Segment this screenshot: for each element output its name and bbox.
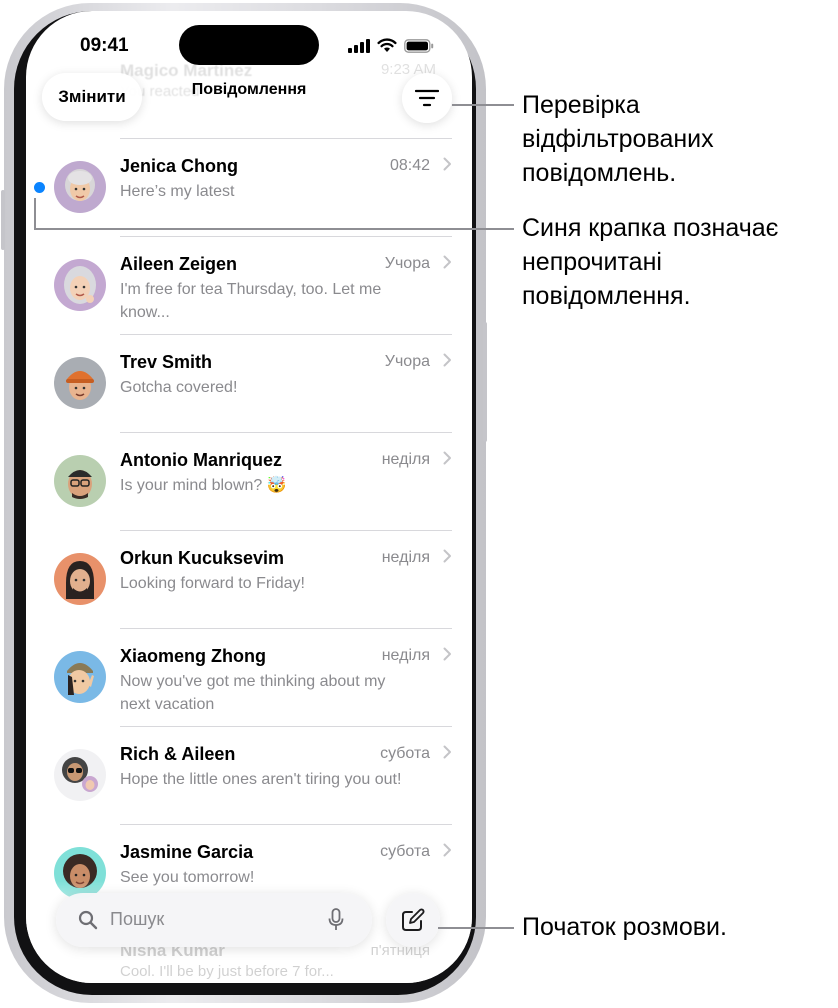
unread-dot	[34, 182, 45, 193]
message-preview: Is your mind blown? 🤯	[120, 477, 287, 494]
compose-icon	[402, 908, 425, 931]
chevron-right-icon	[443, 745, 451, 759]
message-preview: Gotcha covered!	[120, 379, 238, 396]
message-time: неділя	[381, 549, 430, 566]
chevron-right-icon	[443, 647, 451, 661]
contact-name: Aileen Zeigen	[120, 254, 238, 274]
ghost-name: Magico Martinez	[120, 61, 253, 80]
search-field[interactable]: Пошук	[56, 893, 372, 947]
row-separator	[120, 138, 452, 139]
dynamic-island	[179, 25, 319, 65]
memoji-icon	[68, 470, 92, 499]
cellular-signal-icon	[348, 38, 370, 53]
chevron-right-icon	[443, 549, 451, 563]
message-preview: I'm free for tea Thursday, too. Let me k…	[120, 281, 382, 321]
unread-callout-line-vertical	[34, 198, 36, 229]
conversation-row[interactable]: Trev Smith Gotcha covered! Учора	[26, 334, 472, 432]
message-time: 08:42	[389, 157, 430, 174]
contact-name: Rich & Aileen	[120, 744, 236, 764]
conversation-row[interactable]: Rich & Aileen Hope the little ones aren'…	[26, 726, 472, 824]
message-time: неділя	[381, 647, 430, 664]
contact-name: Orkun Kucuksevim	[120, 548, 285, 568]
ghost-preview: Cool. I'll be by just before 7 for...	[120, 963, 334, 980]
row-separator	[120, 432, 452, 433]
unread-callout: Синя крапка позначає непрочитані повідом…	[522, 214, 779, 310]
row-separator	[120, 726, 452, 727]
group-memoji-icon	[62, 757, 98, 792]
memoji-icon	[66, 561, 94, 599]
chevron-right-icon	[443, 157, 451, 171]
row-separator	[120, 628, 452, 629]
message-time: Учора	[384, 255, 430, 272]
status-time: 09:41	[80, 35, 129, 56]
message-preview: Hope the little ones aren't tiring you o…	[120, 771, 402, 788]
memoji-icon	[66, 371, 94, 400]
compose-callout-line	[438, 927, 514, 929]
filter-callout-line	[452, 104, 514, 106]
side-button	[483, 322, 487, 442]
contact-name: Trev Smith	[120, 352, 213, 372]
filter-callout: Перевірка відфільтрованих повідомлень.	[522, 91, 714, 187]
battery-icon	[404, 38, 434, 53]
filter-button[interactable]	[402, 73, 452, 123]
message-time: субота	[380, 843, 430, 860]
chevron-right-icon	[443, 451, 451, 465]
conversation-row[interactable]: Orkun Kucuksevim Looking forward to Frid…	[26, 530, 472, 628]
row-separator	[120, 236, 452, 237]
avatar	[54, 161, 106, 213]
message-time: субота	[380, 745, 430, 762]
wifi-icon	[377, 38, 397, 52]
contact-name: Antonio Manriquez	[120, 450, 282, 470]
avatar	[54, 259, 106, 311]
avatar	[54, 553, 106, 605]
compose-button[interactable]	[386, 893, 440, 947]
memoji-icon	[65, 169, 95, 201]
group-avatar	[54, 749, 106, 801]
row-separator	[120, 334, 452, 335]
search-placeholder: Пошук	[110, 909, 165, 929]
avatar	[54, 357, 106, 409]
filter-icon	[415, 89, 439, 107]
contact-name: Jasmine Garcia	[120, 842, 254, 862]
row-separator	[120, 824, 452, 825]
microphone-icon[interactable]	[328, 908, 344, 932]
search-icon	[78, 910, 98, 930]
message-preview: Now you've got me thinking about my next…	[120, 673, 386, 713]
status-icons	[348, 38, 434, 53]
message-preview: Here’s my latest	[120, 183, 235, 200]
conversation-row[interactable]: Aileen Zeigen I'm free for tea Thursday,…	[26, 236, 472, 334]
memoji-icon	[64, 266, 96, 304]
chevron-right-icon	[443, 353, 451, 367]
volume-button	[1, 190, 5, 250]
chevron-right-icon	[443, 843, 451, 857]
message-preview: Looking forward to Friday!	[120, 575, 305, 592]
phone-screen: 09:41 Magico Martinez You reacted 9:23 A…	[26, 11, 472, 983]
compose-callout: Початок розмови.	[522, 913, 727, 941]
contact-name: Jenica Chong	[120, 156, 239, 176]
unread-callout-line	[34, 228, 514, 230]
message-time: Учора	[384, 353, 430, 370]
memoji-icon	[67, 663, 94, 695]
conversation-row[interactable]: Xiaomeng Zhong Now you've got me thinkin…	[26, 628, 472, 726]
message-time: неділя	[381, 451, 430, 468]
contact-name: Xiaomeng Zhong	[120, 646, 266, 666]
conversation-row[interactable]: Antonio Manriquez Is your mind blown? 🤯 …	[26, 432, 472, 530]
chevron-right-icon	[443, 255, 451, 269]
avatar	[54, 455, 106, 507]
avatar	[54, 651, 106, 703]
row-separator	[120, 530, 452, 531]
conversation-row[interactable]: Jenica Chong Here’s my latest 08:42	[26, 138, 472, 236]
